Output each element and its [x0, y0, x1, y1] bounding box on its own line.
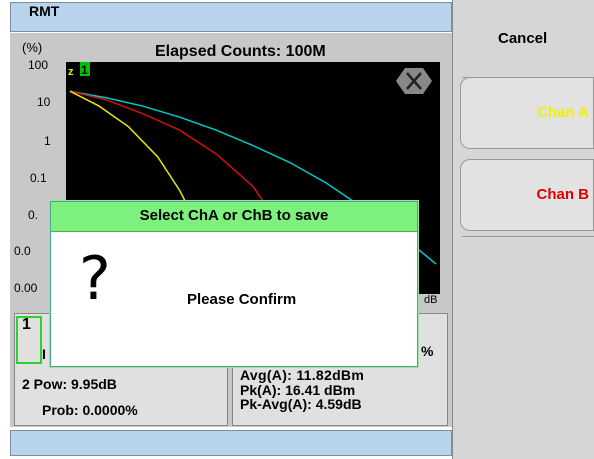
y-tick-label: 0.00 — [14, 281, 38, 295]
y-tick-label: 0.1 — [30, 171, 47, 185]
chan-b-label: Chan B — [536, 186, 590, 203]
chan-a-label: Chan A — [537, 104, 589, 121]
peak-readout: Pk(A): 16.41 dBm — [240, 382, 356, 398]
y-axis-unit: (%) — [22, 40, 43, 55]
dialog-title: Select ChA or ChB to save — [51, 202, 417, 232]
panel-divider — [452, 0, 453, 459]
confirm-dialog: Select ChA or ChB to save ? Please Confi… — [50, 201, 418, 367]
status-bar-top: RMT — [10, 2, 452, 32]
probability-readout: Prob: 0.0000% — [42, 402, 138, 418]
close-icon[interactable] — [396, 68, 432, 94]
trace-marker: z — [68, 66, 74, 78]
chart-title: Elapsed Counts: 100M — [155, 43, 326, 60]
softkey-divider — [462, 236, 594, 237]
peak-to-average-readout: Pk-Avg(A): 4.59dB — [240, 396, 362, 412]
y-tick-label: 10 — [37, 95, 51, 109]
channel-row-letter: I — [42, 346, 46, 362]
dialog-message: Please Confirm — [187, 291, 297, 308]
cancel-button[interactable]: Cancel — [498, 30, 547, 47]
percent-glyph: % — [421, 343, 434, 359]
power-readout: 2 Pow: 9.95dB — [22, 376, 117, 392]
channel-number: 1 — [22, 316, 31, 333]
y-tick-label: 1 — [44, 134, 51, 148]
average-readout: Avg(A): 11.82dBm — [240, 367, 365, 383]
status-bar-bottom — [10, 430, 452, 456]
y-tick-label: 100 — [28, 58, 49, 72]
chan-b-button[interactable]: Chan B — [460, 159, 594, 231]
app-title: RMT — [29, 3, 60, 19]
y-tick-label: 0. — [28, 208, 39, 222]
y-tick-label: 0.0 — [14, 244, 31, 258]
x-tick-label: dB — [424, 294, 438, 306]
channel-marker-label: 1 — [81, 63, 88, 77]
question-icon: ? — [79, 244, 111, 314]
chan-a-button[interactable]: Chan A — [460, 77, 594, 149]
